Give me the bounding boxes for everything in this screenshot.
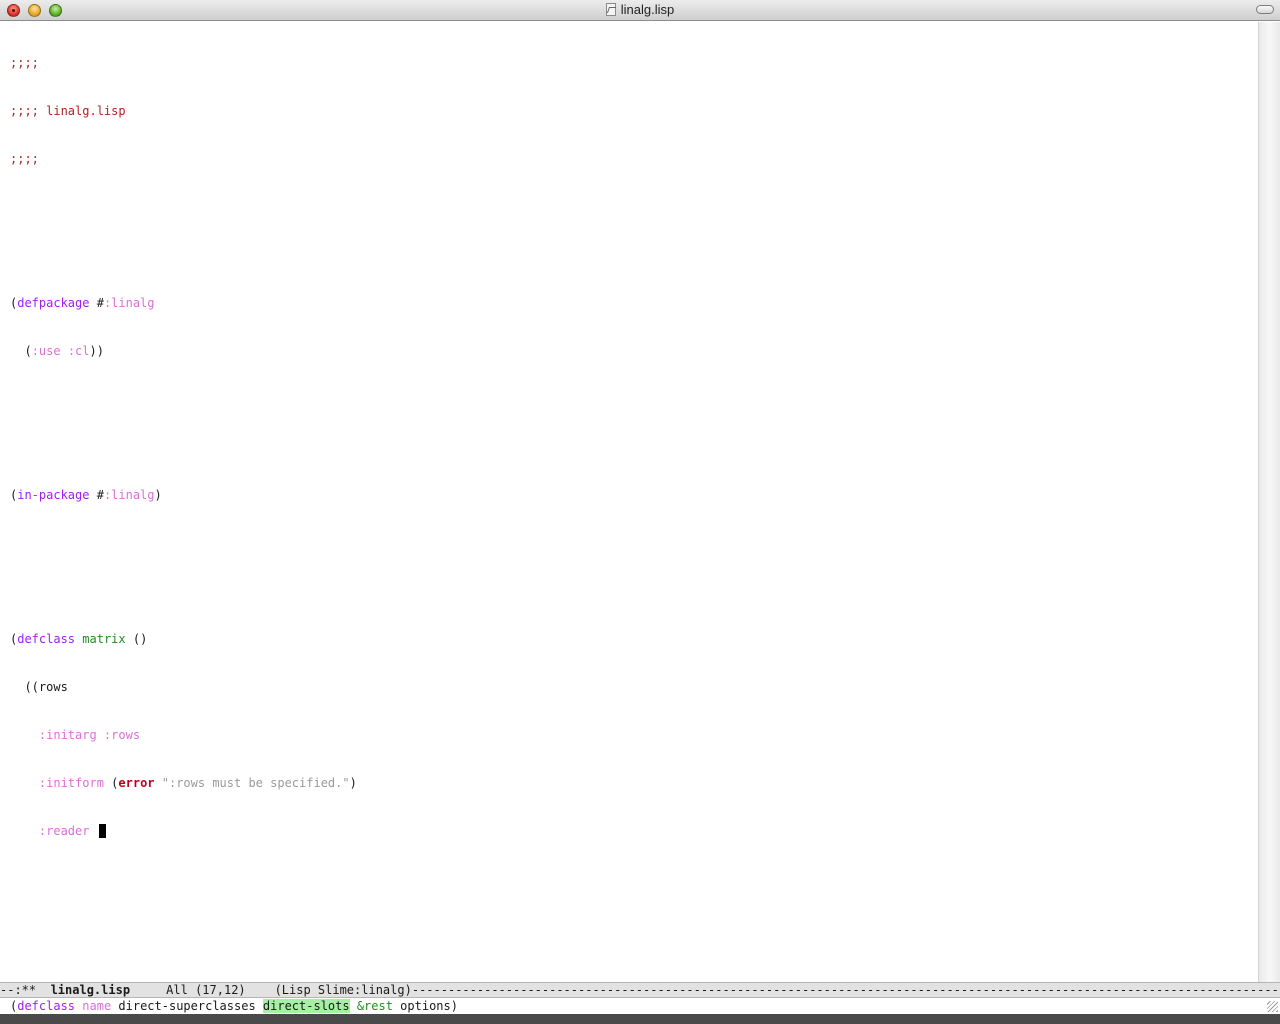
echo-keyword-defclass: defclass (17, 999, 76, 1013)
package-name: :linalg (103, 488, 155, 502)
code-text: ;;;; ;;;; linalg.lisp ;;;; (defpackage #… (10, 23, 357, 871)
modeline-status: --:** (0, 983, 51, 997)
echo-arg-name: name (82, 999, 112, 1013)
hash: # (89, 296, 104, 310)
slot-option-initform: :initform (38, 776, 104, 790)
close-parens: )) (89, 344, 104, 358)
window-title: linalg.lisp (620, 2, 675, 17)
slot-option-reader: :reader (38, 824, 90, 838)
title-bar: linalg.lisp (0, 0, 1280, 21)
modeline-mode[interactable]: (Lisp Slime:linalg) (275, 983, 412, 997)
error-string: ":rows must be specified." (161, 776, 350, 790)
echo-arg-direct-slots: direct-slots (262, 999, 350, 1013)
code-line-2: ;;;; linalg.lisp (10, 104, 126, 118)
code-line-3: ;;;; (10, 152, 39, 166)
modeline-position: All (17,12) (130, 983, 275, 997)
bottom-edge (0, 1014, 1280, 1024)
package-name: :linalg (103, 296, 155, 310)
echo-arg-superclasses: direct-superclasses (111, 999, 263, 1013)
resize-grip-icon[interactable] (1267, 1001, 1278, 1012)
class-name: matrix (82, 632, 126, 646)
mode-line: --:** linalg.lisp All (17,12) (Lisp Slim… (0, 982, 1280, 998)
echo-space (350, 999, 357, 1013)
document-icon (605, 3, 616, 16)
code-line-10: (in-package #:linalg) (10, 487, 357, 503)
code-line-17: :reader (10, 823, 357, 839)
function-error: error (118, 776, 155, 790)
toolbar-toggle-button[interactable] (1256, 5, 1274, 14)
modeline-buffer-name[interactable]: linalg.lisp (51, 983, 130, 997)
code-line-1: ;;;; (10, 56, 39, 70)
text-cursor (98, 824, 106, 838)
echo-area[interactable]: (defclass name direct-superclasses direc… (0, 998, 1280, 1014)
slot-option-initarg: :initarg :rows (38, 728, 141, 742)
code-line-6: (defpackage #:linalg (10, 295, 357, 311)
keyword-in-package: in-package (17, 488, 90, 502)
close-paren: ) (349, 776, 357, 790)
window-title-wrap: linalg.lisp (0, 2, 1280, 17)
keyword-use: :use (31, 344, 61, 358)
open-paren: ( (103, 776, 119, 790)
keyword-defpackage: defpackage (17, 296, 90, 310)
code-line-7: (:use :cl)) (10, 343, 357, 359)
vertical-scrollbar[interactable] (1259, 22, 1280, 982)
keyword-defclass: defclass (17, 632, 76, 646)
editor-buffer[interactable]: ;;;; ;;;; linalg.lisp ;;;; (defpackage #… (0, 22, 1259, 982)
close-paren: ) (154, 488, 162, 502)
superclass-list: () (125, 632, 148, 646)
code-line-15: :initarg :rows (10, 727, 357, 743)
indent-paren: ( (10, 344, 32, 358)
hash: # (89, 488, 104, 502)
code-line-16: :initform (error ":rows must be specifie… (10, 775, 357, 791)
echo-rest: options) (392, 999, 458, 1013)
code-line-13: (defclass matrix () (10, 631, 357, 647)
echo-rest-keyword: &rest (356, 999, 393, 1013)
modeline-fill: ----------------------------------------… (411, 983, 1280, 997)
keyword-cl: :cl (67, 344, 90, 358)
code-line-14: ((rows (10, 680, 68, 694)
